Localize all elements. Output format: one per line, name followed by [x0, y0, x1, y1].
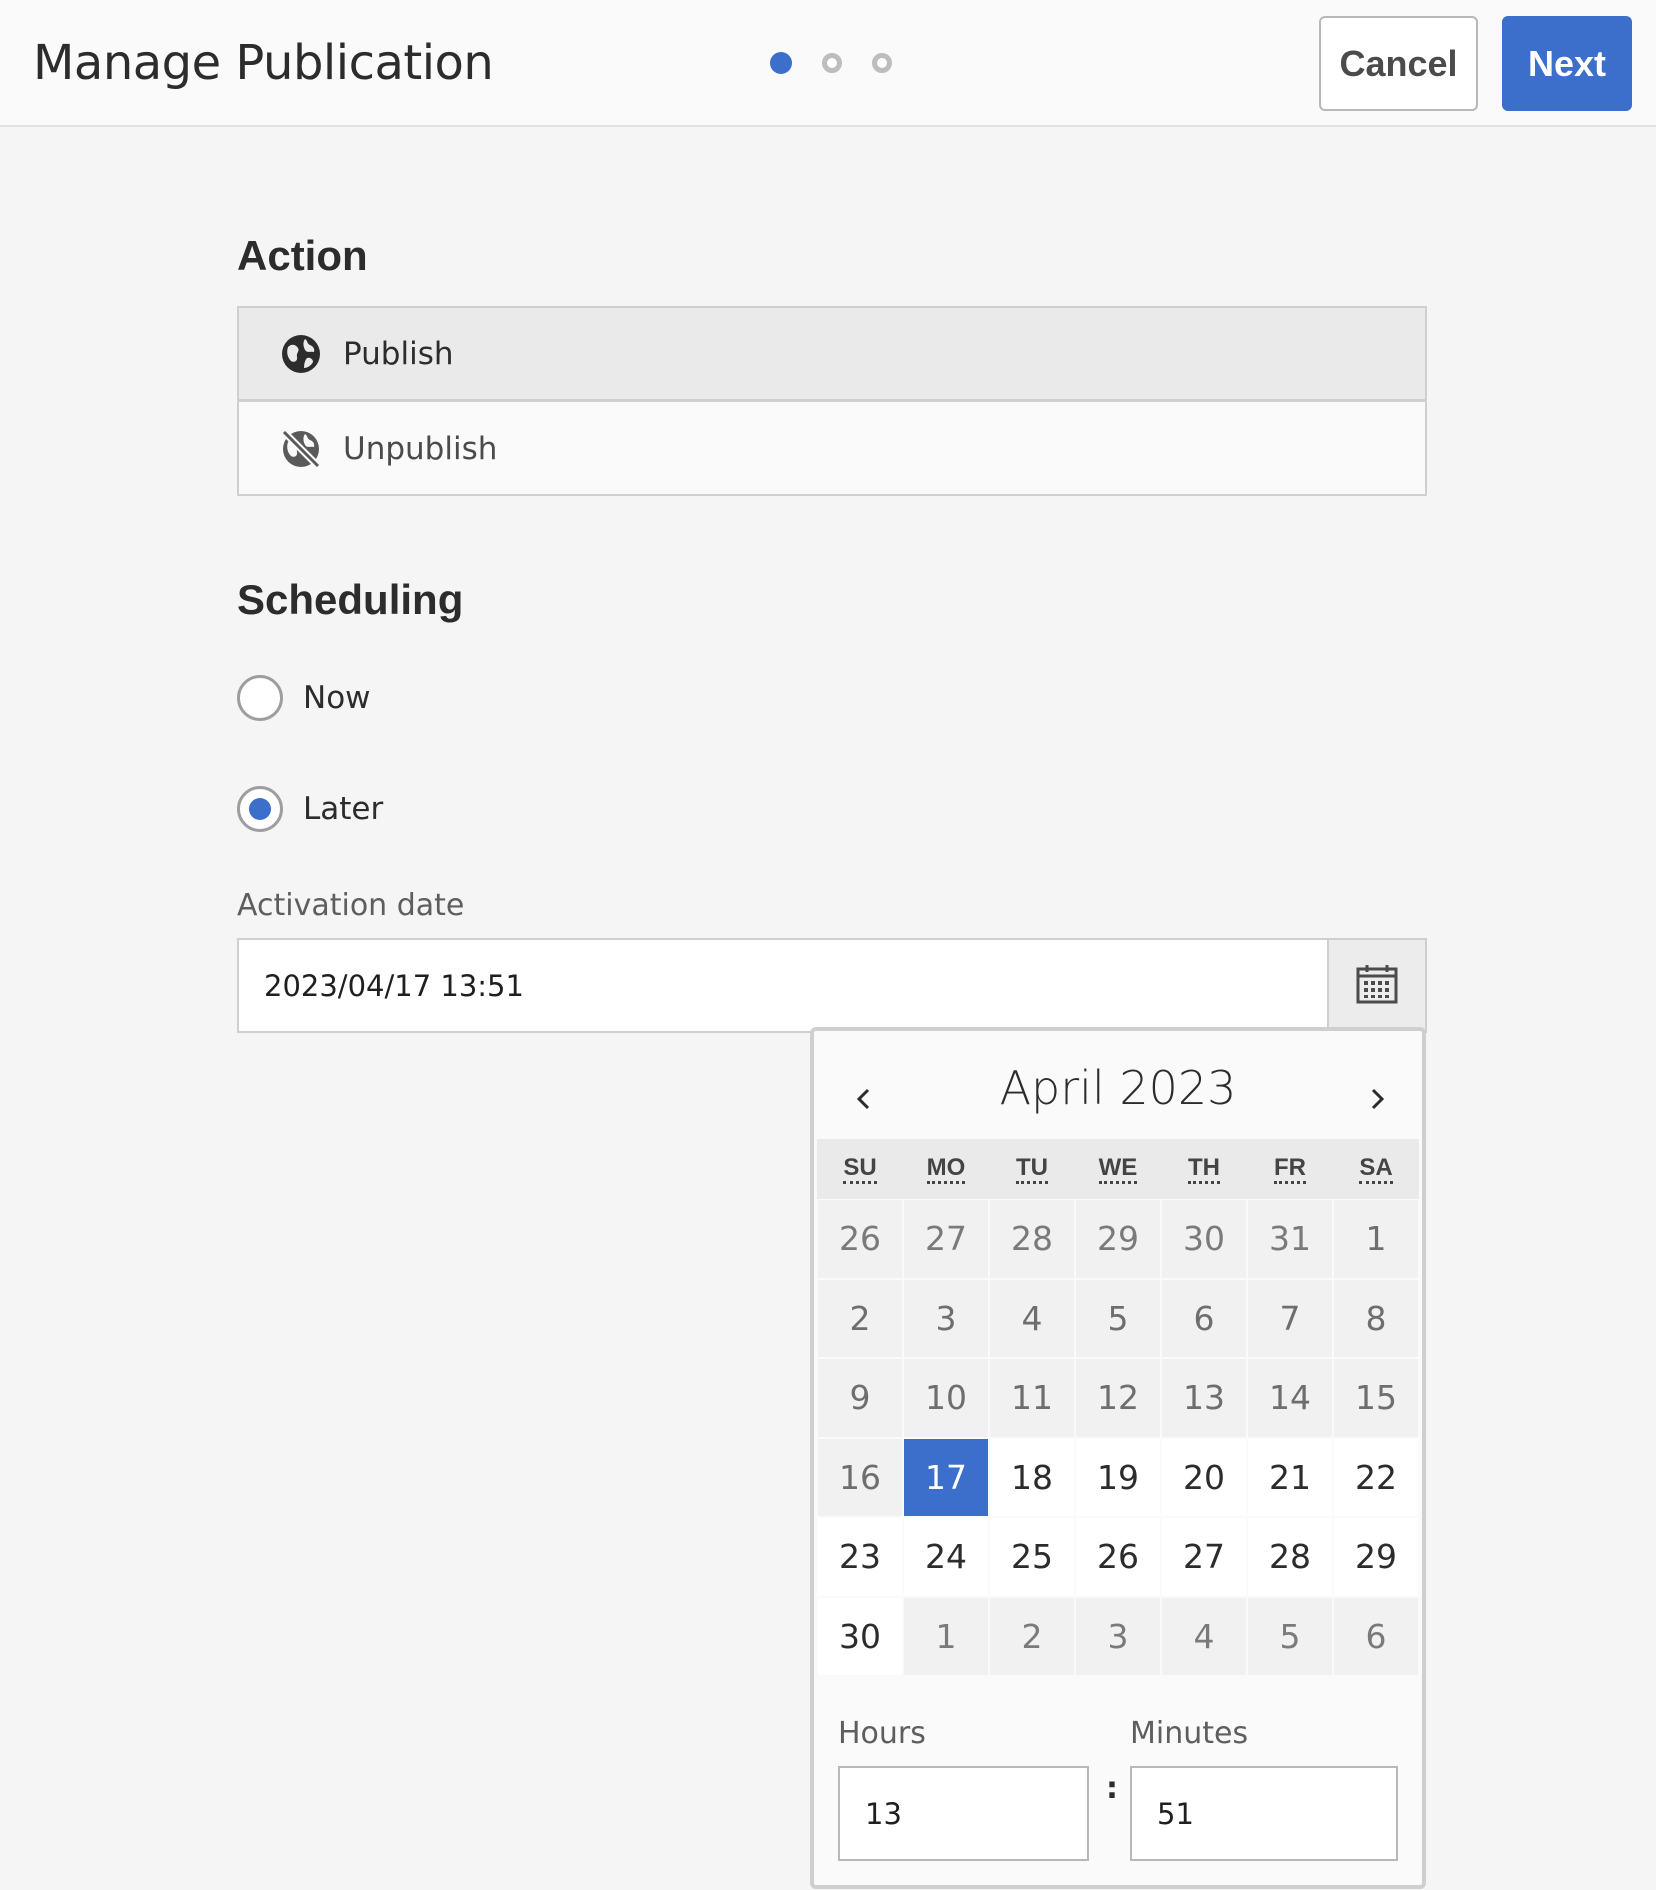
date-picker-popover: April 2023 SU MO TU WE TH FR SA 26 27 28 29… — [810, 1027, 1426, 1889]
radio-now-label: Now — [303, 680, 371, 716]
calendar-day[interactable]: 5 — [1076, 1279, 1160, 1357]
radio-now-circle[interactable] — [237, 675, 283, 721]
weekday-sa: SA — [1333, 1139, 1419, 1199]
weekday-tu: TU — [989, 1139, 1075, 1199]
calendar-day[interactable]: 27 — [1162, 1518, 1246, 1596]
calendar-day[interactable]: 6 — [1162, 1279, 1246, 1357]
calendar-day[interactable]: 3 — [904, 1279, 988, 1357]
calendar-day[interactable]: 22 — [1334, 1438, 1418, 1516]
chevron-right-icon — [1368, 1087, 1386, 1115]
activation-date-input[interactable] — [237, 938, 1329, 1033]
calendar-day[interactable]: 26 — [818, 1200, 902, 1278]
calendar-day[interactable]: 8 — [1334, 1279, 1418, 1357]
weekday-mo: MO — [903, 1139, 989, 1199]
weekday-we: WE — [1075, 1139, 1161, 1199]
hours-input[interactable] — [838, 1766, 1089, 1861]
action-list: Publish Unpublish — [237, 306, 1427, 496]
calendar-day[interactable]: 4 — [1162, 1597, 1246, 1675]
calendar-day[interactable]: 26 — [1076, 1518, 1160, 1596]
calendar-day-selected[interactable]: 17 — [904, 1438, 988, 1516]
calendar-day[interactable]: 18 — [990, 1438, 1074, 1516]
calendar-day[interactable]: 15 — [1334, 1359, 1418, 1437]
calendar-day[interactable]: 23 — [818, 1518, 902, 1596]
globe-off-icon — [279, 427, 323, 471]
calendar-day[interactable]: 2 — [990, 1597, 1074, 1675]
calendar-day[interactable]: 9 — [818, 1359, 902, 1437]
calendar-day[interactable]: 28 — [990, 1200, 1074, 1278]
radio-now[interactable]: Now — [237, 675, 371, 721]
calendar-day[interactable]: 2 — [818, 1279, 902, 1357]
calendar-day[interactable]: 30 — [818, 1597, 902, 1675]
header-bar: Manage Publication Cancel Next — [0, 0, 1656, 127]
step-2-dot — [822, 53, 842, 73]
cancel-button[interactable]: Cancel — [1319, 16, 1478, 111]
calendar-day[interactable]: 1 — [1334, 1200, 1418, 1278]
calendar-days-grid: 26 27 28 29 30 31 1 2 3 4 5 6 7 8 9 10 11 12 13 14 15 16 17 18 1… — [817, 1199, 1419, 1676]
calendar-day[interactable]: 11 — [990, 1359, 1074, 1437]
calendar-icon — [1355, 963, 1399, 1009]
calendar-day[interactable]: 28 — [1248, 1518, 1332, 1596]
calendar-day[interactable]: 20 — [1162, 1438, 1246, 1516]
calendar-day[interactable]: 1 — [904, 1597, 988, 1675]
calendar-toggle-button[interactable] — [1329, 938, 1427, 1033]
calendar-day[interactable]: 21 — [1248, 1438, 1332, 1516]
time-separator: : — [1106, 1771, 1118, 1806]
calendar-day[interactable]: 30 — [1162, 1200, 1246, 1278]
weekday-header: SU MO TU WE TH FR SA — [817, 1139, 1419, 1199]
minutes-input[interactable] — [1130, 1766, 1398, 1861]
hours-label: Hours — [838, 1716, 926, 1751]
calendar-day[interactable]: 10 — [904, 1359, 988, 1437]
calendar-day[interactable]: 4 — [990, 1279, 1074, 1357]
page-title: Manage Publication — [33, 35, 494, 91]
calendar-day[interactable]: 25 — [990, 1518, 1074, 1596]
radio-later-label: Later — [303, 791, 384, 827]
minutes-label: Minutes — [1130, 1716, 1249, 1751]
calendar-day[interactable]: 31 — [1248, 1200, 1332, 1278]
next-button[interactable]: Next — [1502, 16, 1632, 111]
step-3-dot — [872, 53, 892, 73]
calendar-day[interactable]: 16 — [818, 1438, 902, 1516]
calendar-day[interactable]: 29 — [1076, 1200, 1160, 1278]
action-unpublish[interactable]: Unpublish — [239, 402, 1425, 496]
weekday-fr: FR — [1247, 1139, 1333, 1199]
calendar-day[interactable]: 3 — [1076, 1597, 1160, 1675]
action-heading: Action — [237, 232, 368, 279]
action-unpublish-label: Unpublish — [343, 431, 498, 467]
activation-date-label: Activation date — [237, 888, 465, 923]
step-indicator — [770, 52, 892, 74]
calendar-day[interactable]: 12 — [1076, 1359, 1160, 1437]
action-publish-label: Publish — [343, 335, 454, 372]
scheduling-heading: Scheduling — [237, 576, 464, 623]
weekday-th: TH — [1161, 1139, 1247, 1199]
radio-later[interactable]: Later — [237, 786, 383, 832]
calendar-day[interactable]: 13 — [1162, 1359, 1246, 1437]
calendar-month-title: April 2023 — [999, 1061, 1237, 1115]
step-1-dot — [770, 52, 792, 74]
calendar-day[interactable]: 6 — [1334, 1597, 1418, 1675]
next-month-button[interactable] — [1357, 1081, 1397, 1121]
calendar-day[interactable]: 24 — [904, 1518, 988, 1596]
weekday-su: SU — [817, 1139, 903, 1199]
action-publish[interactable]: Publish — [239, 308, 1425, 402]
globe-icon — [279, 332, 323, 376]
calendar-day[interactable]: 5 — [1248, 1597, 1332, 1675]
calendar-day[interactable]: 7 — [1248, 1279, 1332, 1357]
radio-later-circle[interactable] — [237, 786, 283, 832]
calendar-day[interactable]: 14 — [1248, 1359, 1332, 1437]
calendar-day[interactable]: 29 — [1334, 1518, 1418, 1596]
calendar-day[interactable]: 27 — [904, 1200, 988, 1278]
calendar-day[interactable]: 19 — [1076, 1438, 1160, 1516]
